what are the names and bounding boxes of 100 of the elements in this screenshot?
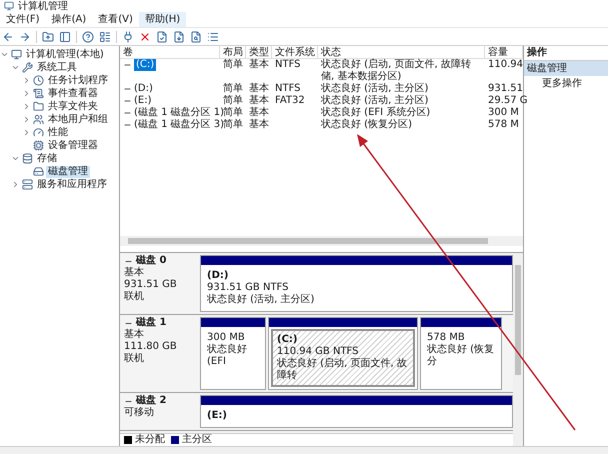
partition-name: (D:) <box>207 270 230 282</box>
column-header[interactable]: 文件系统 <box>272 46 318 58</box>
table-cell: FAT32 <box>275 95 305 107</box>
partition-block[interactable]: (E:) <box>200 395 513 428</box>
tree-item[interactable]: 服务和应用程序 <box>35 178 109 190</box>
table-cell-text: 简单 <box>223 95 243 106</box>
tree-item[interactable]: 性能 <box>46 126 70 138</box>
horizontal-scrollbar[interactable] <box>120 236 523 246</box>
table-cell: 基本 <box>249 119 269 131</box>
disk-size: 111.80 GB <box>124 341 178 352</box>
tree-item[interactable]: 设备管理器 <box>46 140 100 152</box>
panel-icon[interactable] <box>59 30 71 42</box>
table-cell: (D:) <box>134 83 153 95</box>
drive-icon <box>33 166 44 177</box>
column-header[interactable]: 容量 <box>485 46 523 58</box>
menu-item[interactable]: 文件(F) <box>0 12 46 27</box>
column-header[interactable]: 类型 <box>246 46 272 58</box>
tree-item[interactable]: 系统工具 <box>35 62 79 74</box>
partition-status: 状态良好 (活动, 主分区) <box>207 294 316 306</box>
partition-block[interactable]: 578 MB 状态良好 (恢复分 <box>420 317 502 390</box>
tree-item[interactable]: 计算机管理(本地) <box>24 48 106 60</box>
vertical-scrollbar[interactable] <box>513 253 523 446</box>
disk-type: 基本 <box>124 267 145 279</box>
expand-caret-icon[interactable] <box>11 180 20 189</box>
disk-name: 磁盘 2 <box>136 395 166 407</box>
table-cell: (磁盘 1 磁盘分区 1) <box>134 107 224 119</box>
partition-header-band <box>201 318 265 327</box>
partition-block[interactable]: 300 MB 状态良好 (EFI <box>200 317 266 390</box>
scrollbar-thumb[interactable] <box>128 238 488 244</box>
table-cell: 931.51 <box>488 83 523 95</box>
action-link[interactable]: 更多操作 <box>524 76 608 91</box>
volume-row[interactable]: (D:) 简单 基本 NTFS 状态良好 (活动, 主分区) 931.51 <box>120 83 523 95</box>
column-header[interactable]: 状态 <box>318 46 485 58</box>
table-cell: 状态良好 (恢复分区) <box>321 119 412 131</box>
collapse-caret-icon[interactable] <box>0 50 9 59</box>
menu-item[interactable]: 操作(A) <box>46 12 92 27</box>
expand-caret-icon[interactable] <box>22 102 31 111</box>
expand-caret-icon[interactable] <box>22 115 31 124</box>
partition-size: 931.51 GB NTFS <box>207 282 290 294</box>
expand-caret-icon[interactable] <box>22 128 31 137</box>
legend-label: 未分配 <box>135 434 165 446</box>
computer-icon <box>11 49 22 60</box>
table-cell: NTFS <box>275 83 301 95</box>
table-cell: 300 M <box>488 107 519 119</box>
close-icon[interactable] <box>139 30 151 42</box>
table-cell-text: 简单 <box>223 83 243 94</box>
volume-row[interactable]: (磁盘 1 磁盘分区 1)简单 基本 状态良好 (EFI 系统分区) 300 M <box>120 107 523 119</box>
plug-icon[interactable] <box>122 30 134 42</box>
disk-name: 磁盘 1 <box>136 317 166 328</box>
table-cell-text: 基本 <box>249 95 269 106</box>
forward-icon[interactable] <box>19 30 31 42</box>
window-title: 计算机管理 <box>18 0 68 12</box>
column-header[interactable]: 卷 <box>120 46 220 58</box>
partition-block[interactable]: (D:) 931.51 GB NTFS 状态良好 (活动, 主分区) <box>200 255 513 312</box>
scrollbar-thumb[interactable] <box>515 265 521 375</box>
disk-size: 931.51 GB <box>124 279 178 290</box>
menu-item[interactable]: 查看(V) <box>92 12 139 27</box>
users-icon <box>33 114 44 125</box>
database-icon <box>22 153 33 164</box>
expand-caret-icon[interactable] <box>22 76 31 85</box>
help-icon[interactable] <box>82 30 94 42</box>
expand-caret-icon[interactable] <box>22 89 31 98</box>
table-cell: 110.94 <box>488 59 523 71</box>
table-cell-text: 状态良好 (活动, 主分区) <box>321 83 428 94</box>
server-icon <box>22 179 33 190</box>
tree-item[interactable]: 任务计划程序 <box>46 74 110 86</box>
table-cell-text: 基本 <box>249 83 269 94</box>
wrench-icon <box>22 62 33 73</box>
column-header[interactable]: 布局 <box>220 46 246 58</box>
tree-item[interactable]: 存储 <box>35 152 59 164</box>
tree-item[interactable]: 磁盘管理 <box>46 166 90 178</box>
collapse-caret-icon[interactable] <box>11 63 20 72</box>
file-download-icon[interactable] <box>173 30 185 42</box>
log-icon <box>33 88 44 99</box>
disk-type: 可移动 <box>124 407 155 419</box>
actions-group[interactable]: 磁盘管理 <box>524 61 608 76</box>
partition-size: 578 MB <box>427 332 466 344</box>
tree-item[interactable]: 共享文件夹 <box>46 100 100 112</box>
chip-icon <box>33 140 44 151</box>
table-cell-text: 基本 <box>249 107 269 118</box>
table-cell: 基本 <box>249 59 269 71</box>
disk-name: 磁盘 0 <box>136 255 166 266</box>
back-icon[interactable] <box>2 30 14 42</box>
disk-state: 联机 <box>124 291 145 303</box>
table-cell-text: 状态良好 (启动, 页面文件, 故障转储, 基本数据分区) <box>321 59 472 82</box>
volume-row[interactable]: (C:) 简单 基本 NTFS 状态良好 (启动, 页面文件, 故障转储, 基本数据分区) 110.94 <box>120 59 523 83</box>
list-view-icon[interactable] <box>99 30 111 42</box>
file-check-icon[interactable] <box>156 30 168 42</box>
table-cell: (E:) <box>134 95 152 107</box>
table-cell: (C:) <box>134 59 156 71</box>
menu-item[interactable]: 帮助(H) <box>138 12 186 27</box>
tree-item[interactable]: 事件查看器 <box>46 88 100 100</box>
file-search-icon[interactable] <box>190 30 202 42</box>
collapse-caret-icon[interactable] <box>11 154 20 163</box>
table-cell-text: 状态良好 (EFI 系统分区) <box>321 107 430 118</box>
folder-up-icon[interactable] <box>42 30 54 42</box>
partition-status: 状态良好 (启动, 页面文件, 故障转 <box>277 358 408 382</box>
tree-item[interactable]: 本地用户和组 <box>46 114 110 126</box>
volume-row[interactable]: (磁盘 1 磁盘分区 3)简单 基本 状态良好 (恢复分区) 578 M <box>120 119 523 131</box>
partition-block[interactable]: (C:) 110.94 GB NTFS 状态良好 (启动, 页面文件, 故障转 <box>268 317 418 390</box>
